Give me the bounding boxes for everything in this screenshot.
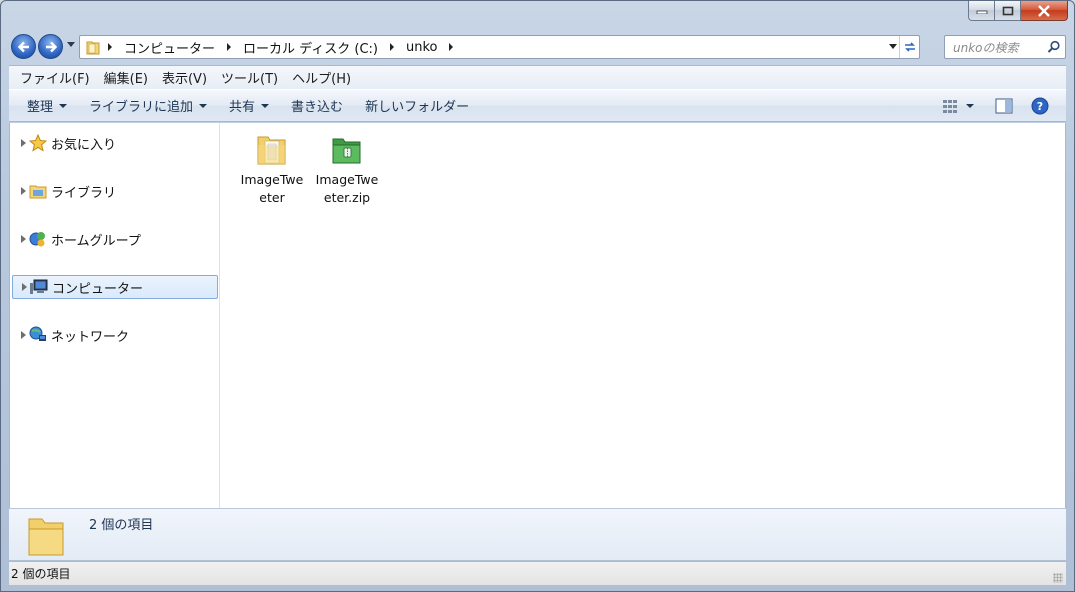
file-name-line1: ImageTwe: [315, 172, 379, 187]
breadcrumb-unko[interactable]: unko: [402, 36, 442, 58]
nav-label-computer: コンピューター: [52, 281, 144, 297]
folder-icon: [86, 39, 100, 55]
folder-icon: [25, 513, 69, 560]
view-options-dropdown[interactable]: [966, 104, 974, 108]
menu-tools[interactable]: ツール(T): [214, 68, 285, 87]
file-list: ImageTwe eter ImageTwe eter.zip: [221, 123, 1065, 508]
expand-arrow-icon[interactable]: [21, 139, 26, 147]
expand-arrow-icon[interactable]: [21, 331, 26, 339]
preview-pane-icon: [995, 98, 1013, 114]
navigation-pane: お気に入り ライブラリ ホームグループ コンピューター ネットワーク: [10, 123, 220, 508]
nav-item-homegroup[interactable]: ホームグループ: [12, 227, 218, 251]
content-area: お気に入り ライブラリ ホームグループ コンピューター ネットワーク Image…: [9, 123, 1066, 508]
menu-view[interactable]: 表示(V): [155, 68, 214, 87]
refresh-icon: [904, 42, 915, 52]
caption-buttons: [968, 1, 1068, 21]
breadcrumb-computer[interactable]: コンピューター: [120, 36, 219, 58]
nav-label-libraries: ライブラリ: [51, 185, 117, 201]
nav-item-libraries[interactable]: ライブラリ: [12, 179, 218, 203]
star-icon: [29, 134, 47, 152]
maximize-icon: [1002, 6, 1013, 15]
expand-arrow-icon[interactable]: [21, 235, 26, 243]
menu-bar: ファイル(F) 編集(E) 表示(V) ツール(T) ヘルプ(H): [9, 65, 1066, 89]
resize-grip-icon[interactable]: [1053, 573, 1063, 583]
breadcrumb-separator[interactable]: [108, 43, 112, 51]
zip-folder-icon: [330, 131, 364, 167]
command-bar: 整理 ライブラリに追加 共有 書き込む 新しいフォルダー ?: [9, 89, 1066, 122]
forward-button[interactable]: [38, 34, 63, 59]
close-button[interactable]: [1021, 1, 1068, 21]
library-icon: [29, 182, 47, 200]
address-row: コンピューター ローカル ディスク (C:) unko unkoの検索: [9, 33, 1066, 59]
recent-pages-dropdown[interactable]: [67, 42, 75, 47]
maximize-button[interactable]: [995, 1, 1021, 21]
close-icon: [1038, 4, 1050, 17]
burn-label: 書き込む: [291, 100, 344, 115]
menu-help[interactable]: ヘルプ(H): [285, 68, 358, 87]
minimize-icon: [976, 10, 987, 14]
preview-pane-button[interactable]: [992, 95, 1016, 117]
file-item-imagetweeter-zip[interactable]: ImageTwe eter.zip: [310, 131, 384, 207]
menu-edit[interactable]: 編集(E): [97, 68, 155, 87]
search-placeholder: unkoの検索: [953, 40, 1019, 55]
file-name-line2: eter.zip: [323, 190, 371, 205]
chevron-down-icon: [199, 103, 208, 108]
help-button[interactable]: ?: [1028, 95, 1052, 117]
menu-file[interactable]: ファイル(F): [13, 68, 97, 87]
breadcrumb-separator[interactable]: [449, 43, 454, 51]
refresh-button[interactable]: [899, 36, 919, 58]
burn-button[interactable]: 書き込む: [283, 93, 351, 119]
view-controls: ?: [930, 95, 1052, 117]
expand-arrow-icon[interactable]: [22, 283, 27, 291]
nav-item-network[interactable]: ネットワーク: [12, 323, 218, 347]
address-dropdown-button[interactable]: [889, 44, 897, 49]
file-name-line2: eter: [259, 190, 285, 205]
file-name-line1: ImageTwe: [240, 172, 304, 187]
view-grid-icon: [943, 100, 957, 113]
file-item-imagetweeter-folder[interactable]: ImageTwe eter: [235, 131, 309, 207]
add-to-library-label: ライブラリに追加: [89, 100, 194, 115]
breadcrumb-separator[interactable]: [389, 43, 394, 51]
organize-button[interactable]: 整理: [19, 93, 75, 119]
chevron-down-icon: [261, 103, 270, 108]
add-to-library-button[interactable]: ライブラリに追加: [81, 93, 215, 119]
explorer-window: コンピューター ローカル ディスク (C:) unko unkoの検索 ファイル…: [0, 0, 1075, 592]
organize-label: 整理: [27, 100, 54, 115]
back-button[interactable]: [11, 34, 36, 59]
breadcrumb-separator[interactable]: [227, 43, 232, 51]
expand-arrow-icon[interactable]: [21, 187, 26, 195]
chevron-down-icon: [59, 103, 68, 108]
nav-item-computer[interactable]: コンピューター: [12, 275, 218, 299]
search-input[interactable]: unkoの検索: [944, 35, 1066, 59]
change-view-button[interactable]: [938, 95, 962, 117]
folder-icon: [255, 131, 289, 167]
nav-item-favorites[interactable]: お気に入り: [12, 131, 218, 155]
share-label: 共有: [229, 100, 256, 115]
nav-label-favorites: お気に入り: [51, 137, 117, 153]
details-item-count: 2 個の項目: [89, 518, 154, 533]
status-item-count: 2 個の項目: [11, 567, 71, 581]
nav-label-network: ネットワーク: [51, 329, 130, 345]
search-icon[interactable]: [1047, 40, 1061, 57]
minimize-button[interactable]: [968, 1, 995, 21]
network-icon: [29, 326, 47, 344]
status-bar: 2 個の項目: [9, 561, 1066, 585]
new-folder-button[interactable]: 新しいフォルダー: [357, 93, 477, 119]
breadcrumb-local-disk[interactable]: ローカル ディスク (C:): [239, 36, 382, 58]
share-button[interactable]: 共有: [221, 93, 277, 119]
computer-icon: [30, 278, 48, 296]
svg-text:?: ?: [1037, 100, 1043, 113]
arrow-right-icon: [45, 41, 57, 52]
arrow-left-icon: [17, 41, 29, 52]
homegroup-icon: [29, 230, 47, 248]
help-icon: ?: [1031, 97, 1049, 115]
nav-label-homegroup: ホームグループ: [51, 233, 141, 249]
address-bar[interactable]: コンピューター ローカル ディスク (C:) unko: [79, 35, 920, 59]
details-pane: 2 個の項目: [9, 508, 1066, 560]
new-folder-label: 新しいフォルダー: [365, 100, 470, 115]
